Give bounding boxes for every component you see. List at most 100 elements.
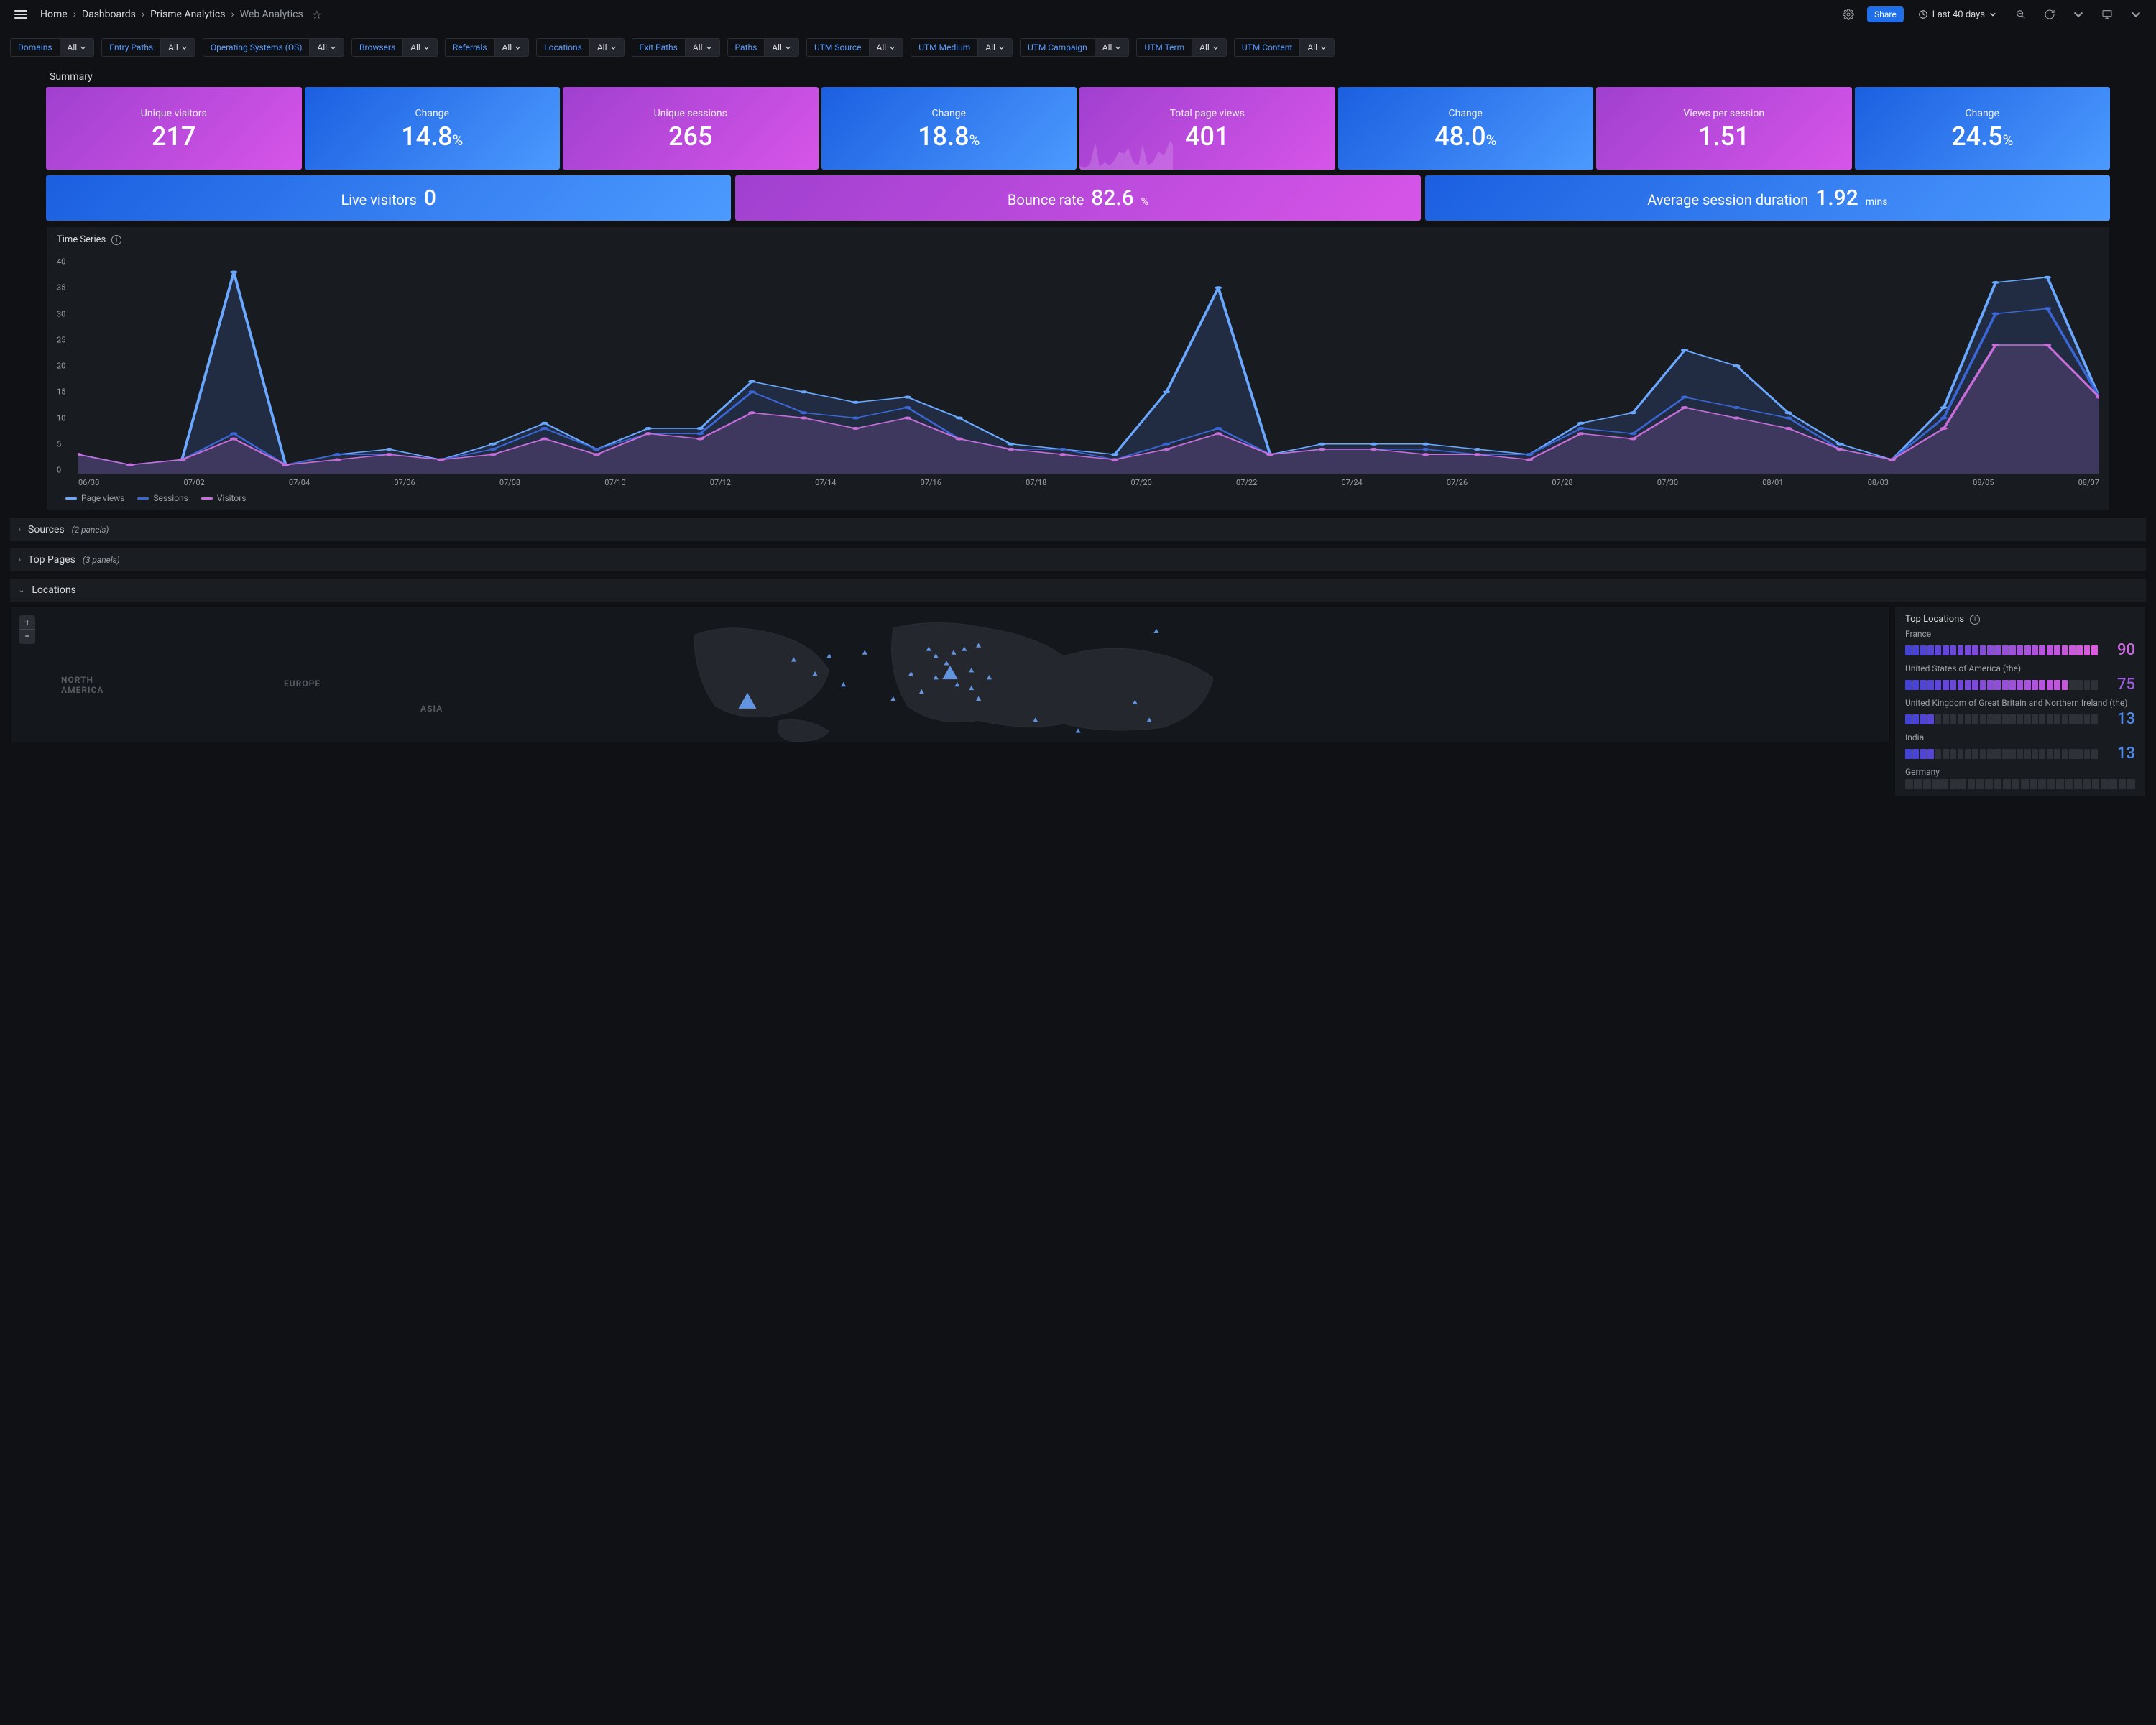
filter-referrals[interactable]: Referrals	[446, 39, 494, 56]
summary-card[interactable]: Unique sessions 265	[563, 87, 819, 170]
filter-value[interactable]: All	[1299, 39, 1334, 56]
star-icon[interactable]: ☆	[312, 8, 322, 22]
location-bar	[1905, 779, 2135, 789]
filter-utm-source[interactable]: UTM Source	[807, 39, 869, 56]
map-zoom-in[interactable]: +	[19, 615, 35, 630]
card-label: Views per session	[1603, 108, 1845, 119]
legend-item[interactable]: Sessions	[137, 493, 188, 503]
summary-card[interactable]: Change 24.5%	[1855, 87, 2111, 170]
filter-operating-systems-os-[interactable]: Operating Systems (OS)	[203, 39, 310, 56]
crumb-prisme[interactable]: Prisme Analytics	[150, 9, 225, 20]
location-value: 13	[2106, 710, 2135, 728]
share-button[interactable]: Share	[1867, 6, 1904, 22]
card-label: Live visitors	[341, 191, 416, 208]
location-bar	[1905, 680, 2098, 690]
row-top-pages[interactable]: ›Top Pages(3 panels)	[10, 548, 2146, 571]
filter-entry-paths[interactable]: Entry Paths	[102, 39, 160, 56]
summary-card[interactable]: Change 18.8%	[821, 87, 1077, 170]
time-series-panel: Time Series i 0510152025303540 06/3007/0…	[46, 226, 2110, 511]
location-row[interactable]: Germany	[1905, 767, 2135, 789]
row-title: Top Pages	[28, 554, 75, 566]
monitor-icon[interactable]	[2097, 4, 2117, 24]
chevron-down-icon[interactable]	[2068, 4, 2088, 24]
filter-value[interactable]: All	[685, 39, 719, 56]
location-bar	[1905, 714, 2098, 724]
row-sources[interactable]: ›Sources(2 panels)	[10, 518, 2146, 541]
filter-value[interactable]: All	[494, 39, 529, 56]
filter-value[interactable]: All	[309, 39, 344, 56]
crumb-dashboards[interactable]: Dashboards	[82, 9, 136, 20]
filter-value[interactable]: All	[764, 39, 798, 56]
filter-value[interactable]: All	[402, 39, 437, 56]
summary-card[interactable]: Average session duration 1.92mins	[1425, 175, 2110, 221]
legend-item[interactable]: Page views	[65, 493, 124, 503]
menu-icon[interactable]	[10, 6, 32, 23]
location-row[interactable]: United States of America (the) 75	[1905, 663, 2135, 694]
location-row[interactable]: India 13	[1905, 732, 2135, 763]
location-bar	[1905, 645, 2098, 656]
filter-exit-paths[interactable]: Exit Paths	[632, 39, 685, 56]
card-value: 24.5%	[1862, 124, 2104, 150]
summary-card[interactable]: Views per session 1.51	[1596, 87, 1852, 170]
location-row[interactable]: France 90	[1905, 629, 2135, 659]
card-value: 1.51	[1603, 124, 1845, 150]
chevron-down-icon: ⌄	[19, 586, 24, 594]
card-label: Total page views	[1087, 108, 1328, 119]
filter-utm-medium[interactable]: UTM Medium	[911, 39, 977, 56]
filter-value[interactable]: All	[977, 39, 1012, 56]
filter-paths[interactable]: Paths	[728, 39, 765, 56]
filter-value[interactable]: All	[1192, 39, 1226, 56]
gear-icon[interactable]	[1838, 4, 1858, 24]
filter-locations[interactable]: Locations	[537, 39, 589, 56]
summary-card[interactable]: Bounce rate 82.6%	[735, 175, 1420, 221]
filter-value[interactable]: All	[160, 39, 195, 56]
locations-map[interactable]: + − NORTHAMERICA EUROPE ASIA	[10, 606, 1890, 742]
filter-browsers[interactable]: Browsers	[352, 39, 402, 56]
map-label-na: NORTHAMERICA	[61, 675, 103, 695]
location-value: 90	[2106, 641, 2135, 659]
row-meta: (2 panels)	[72, 525, 109, 535]
card-value: 18.8%	[829, 124, 1070, 150]
summary-title: Summary	[10, 65, 2146, 87]
card-label: Change	[312, 108, 553, 119]
row-meta: (3 panels)	[83, 555, 120, 565]
top-locations-panel: Top Locations i France 90 United States o…	[1894, 606, 2146, 797]
legend-item[interactable]: Visitors	[201, 493, 247, 503]
map-label-eu: EUROPE	[284, 678, 321, 689]
filter-utm-term[interactable]: UTM Term	[1137, 39, 1192, 56]
card-label: Change	[1345, 108, 1587, 119]
info-icon[interactable]: i	[111, 235, 121, 245]
time-range-picker[interactable]: Last 40 days	[1912, 6, 2002, 23]
location-bar	[1905, 749, 2098, 759]
card-value: 82.6	[1091, 185, 1134, 211]
zoom-out-icon[interactable]	[2011, 4, 2031, 24]
info-icon[interactable]: i	[1970, 615, 1980, 625]
card-label: Unique sessions	[570, 108, 811, 119]
crumb-home[interactable]: Home	[40, 9, 68, 20]
summary-card[interactable]: Change 48.0%	[1338, 87, 1594, 170]
filter-value[interactable]: All	[60, 39, 94, 56]
summary-card[interactable]: Unique visitors 217	[46, 87, 302, 170]
filter-utm-content[interactable]: UTM Content	[1235, 39, 1300, 56]
filter-value[interactable]: All	[869, 39, 903, 56]
map-zoom-out[interactable]: −	[19, 630, 35, 644]
time-range-label: Last 40 days	[1932, 9, 1985, 20]
filter-domains[interactable]: Domains	[11, 39, 60, 56]
chevron-down-icon[interactable]	[2126, 4, 2146, 24]
location-row[interactable]: United Kingdom of Great Britain and Nort…	[1905, 698, 2135, 728]
filter-value[interactable]: All	[589, 39, 624, 56]
refresh-icon[interactable]	[2040, 4, 2060, 24]
summary-card[interactable]: Total page views 401	[1079, 87, 1335, 170]
card-label: Unique visitors	[53, 108, 295, 119]
location-name: United States of America (the)	[1905, 663, 2135, 673]
panel-title: Top Locations	[1905, 614, 1964, 625]
card-value: 0	[424, 185, 436, 211]
time-series-chart[interactable]: 0510152025303540	[57, 258, 2099, 474]
filter-utm-campaign[interactable]: UTM Campaign	[1021, 39, 1095, 56]
chevron-right-icon: ›	[19, 526, 21, 534]
summary-card[interactable]: Live visitors 0	[46, 175, 731, 221]
filter-value[interactable]: All	[1095, 39, 1129, 56]
summary-card[interactable]: Change 14.8%	[305, 87, 561, 170]
world-map-svg	[11, 607, 1889, 742]
row-locations[interactable]: ⌄Locations	[10, 579, 2146, 602]
